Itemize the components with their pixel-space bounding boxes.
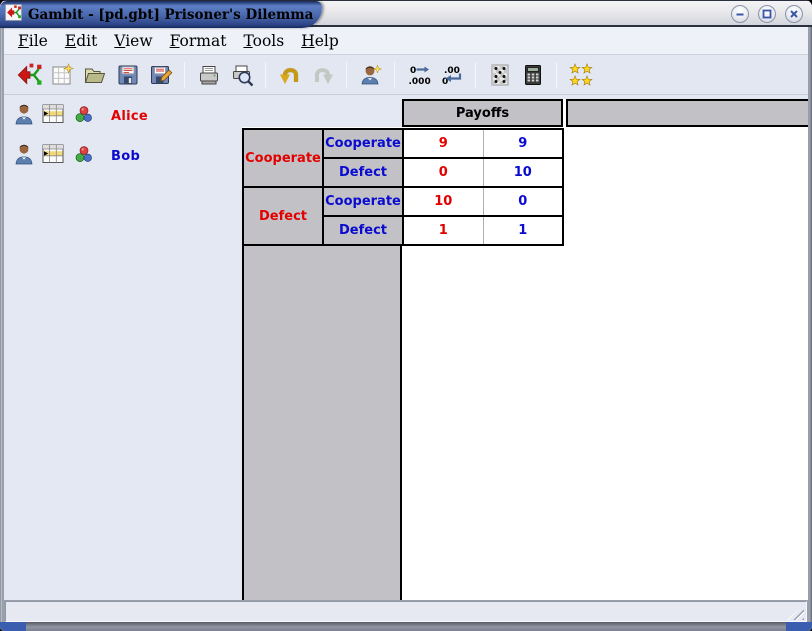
menu-edit[interactable]: Edit <box>65 32 97 50</box>
menu-bar: File Edit View Format Tools Help <box>4 27 808 55</box>
payoff-cell[interactable]: 0 <box>403 158 483 187</box>
strategies-table-icon[interactable] <box>42 104 64 128</box>
matrix-header-filler <box>566 99 808 127</box>
save-icon[interactable] <box>111 59 144 91</box>
toolbar-separator <box>346 62 347 88</box>
resize-grip[interactable] <box>787 605 804 620</box>
save-as-icon[interactable] <box>144 59 177 91</box>
row-labels-gutter <box>242 246 402 600</box>
players-panel: Alice <box>4 95 238 600</box>
svg-text:0: 0 <box>410 66 416 76</box>
redo-icon[interactable] <box>306 59 339 91</box>
menu-file[interactable]: File <box>18 32 48 50</box>
payoff-cell[interactable]: 9 <box>483 129 563 158</box>
matrix-panel: Payoffs Cooperate Cooperate 9 9 Defect <box>238 95 808 600</box>
col-strategy-label[interactable]: Cooperate <box>323 187 403 216</box>
row-strategy-label[interactable]: Cooperate <box>243 129 323 187</box>
payoff-cell[interactable]: 10 <box>403 187 483 216</box>
toolbar: 0 .000 .00 0 <box>4 55 808 95</box>
title-tab[interactable]: Gambit - [pd.gbt] Prisoner's Dilemma <box>0 1 322 28</box>
payoff-cell[interactable]: 10 <box>483 158 563 187</box>
player-color-icon[interactable] <box>75 146 93 167</box>
strategies-table-icon[interactable] <box>42 144 64 168</box>
svg-text:.000: .000 <box>408 77 430 87</box>
player-color-icon[interactable] <box>75 106 93 127</box>
title-bar[interactable]: Gambit - [pd.gbt] Prisoner's Dilemma <box>0 0 812 27</box>
toolbar-separator <box>265 62 266 88</box>
toolbar-separator <box>394 62 395 88</box>
player-name-alice[interactable]: Alice <box>111 109 148 124</box>
svg-text:.00: .00 <box>444 66 460 76</box>
table-row: Defect Cooperate 10 0 <box>243 187 563 216</box>
menu-tools[interactable]: Tools <box>243 32 284 50</box>
window-frame-corner <box>0 622 26 631</box>
player-icon[interactable] <box>14 143 34 169</box>
maximize-button[interactable] <box>758 5 776 23</box>
col-strategy-label[interactable]: Defect <box>323 158 403 187</box>
add-player-icon[interactable] <box>354 59 387 91</box>
toolbar-separator <box>184 62 185 88</box>
menu-view[interactable]: View <box>114 32 152 50</box>
menu-help[interactable]: Help <box>301 32 339 50</box>
decimals-increase-icon[interactable]: 0 .000 <box>402 59 435 91</box>
menu-format[interactable]: Format <box>170 32 227 50</box>
col-strategy-label[interactable]: Cooperate <box>323 129 403 158</box>
new-table-icon[interactable] <box>45 59 78 91</box>
status-bar <box>5 601 807 622</box>
toolbar-separator <box>556 62 557 88</box>
matrix-corner <box>242 99 402 127</box>
close-button[interactable] <box>785 5 803 23</box>
payoff-cell[interactable]: 1 <box>403 216 483 245</box>
player-icon[interactable] <box>14 103 34 129</box>
print-preview-icon[interactable] <box>225 59 258 91</box>
player-name-bob[interactable]: Bob <box>111 149 140 164</box>
payoff-cell[interactable]: 9 <box>403 129 483 158</box>
col-strategy-label[interactable]: Defect <box>323 216 403 245</box>
row-strategy-label[interactable]: Defect <box>243 187 323 245</box>
gambit-logo-icon[interactable] <box>12 59 45 91</box>
window-title: Gambit - [pd.gbt] Prisoner's Dilemma <box>28 7 313 23</box>
dice-icon[interactable] <box>483 59 516 91</box>
open-icon[interactable] <box>78 59 111 91</box>
payoff-cell[interactable]: 1 <box>483 216 563 245</box>
stars-icon[interactable] <box>564 59 597 91</box>
window-frame-corner <box>786 622 812 631</box>
toolbar-separator <box>475 62 476 88</box>
decimals-decrease-icon[interactable]: .00 0 <box>435 59 468 91</box>
table-row: Cooperate Cooperate 9 9 <box>243 129 563 158</box>
undo-icon[interactable] <box>273 59 306 91</box>
player-row-alice: Alice <box>14 101 238 131</box>
calculator-icon[interactable] <box>516 59 549 91</box>
payoff-table: Cooperate Cooperate 9 9 Defect 0 10 Defe… <box>242 128 564 246</box>
payoffs-header: Payoffs <box>402 99 563 127</box>
print-icon[interactable] <box>192 59 225 91</box>
player-row-bob: Bob <box>14 141 238 171</box>
gambit-logo-icon <box>5 4 22 25</box>
gambit-window: Gambit - [pd.gbt] Prisoner's Dilemma Fil… <box>0 0 812 631</box>
window-frame-bottom <box>0 622 812 631</box>
minimize-button[interactable] <box>731 5 749 23</box>
payoff-cell[interactable]: 0 <box>483 187 563 216</box>
